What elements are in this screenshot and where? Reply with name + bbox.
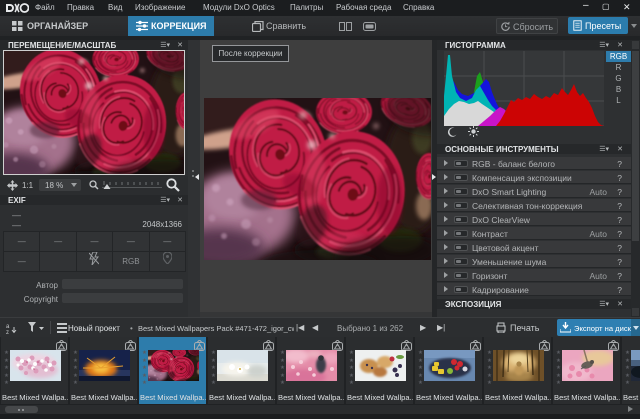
svg-text:z: z bbox=[6, 330, 9, 334]
